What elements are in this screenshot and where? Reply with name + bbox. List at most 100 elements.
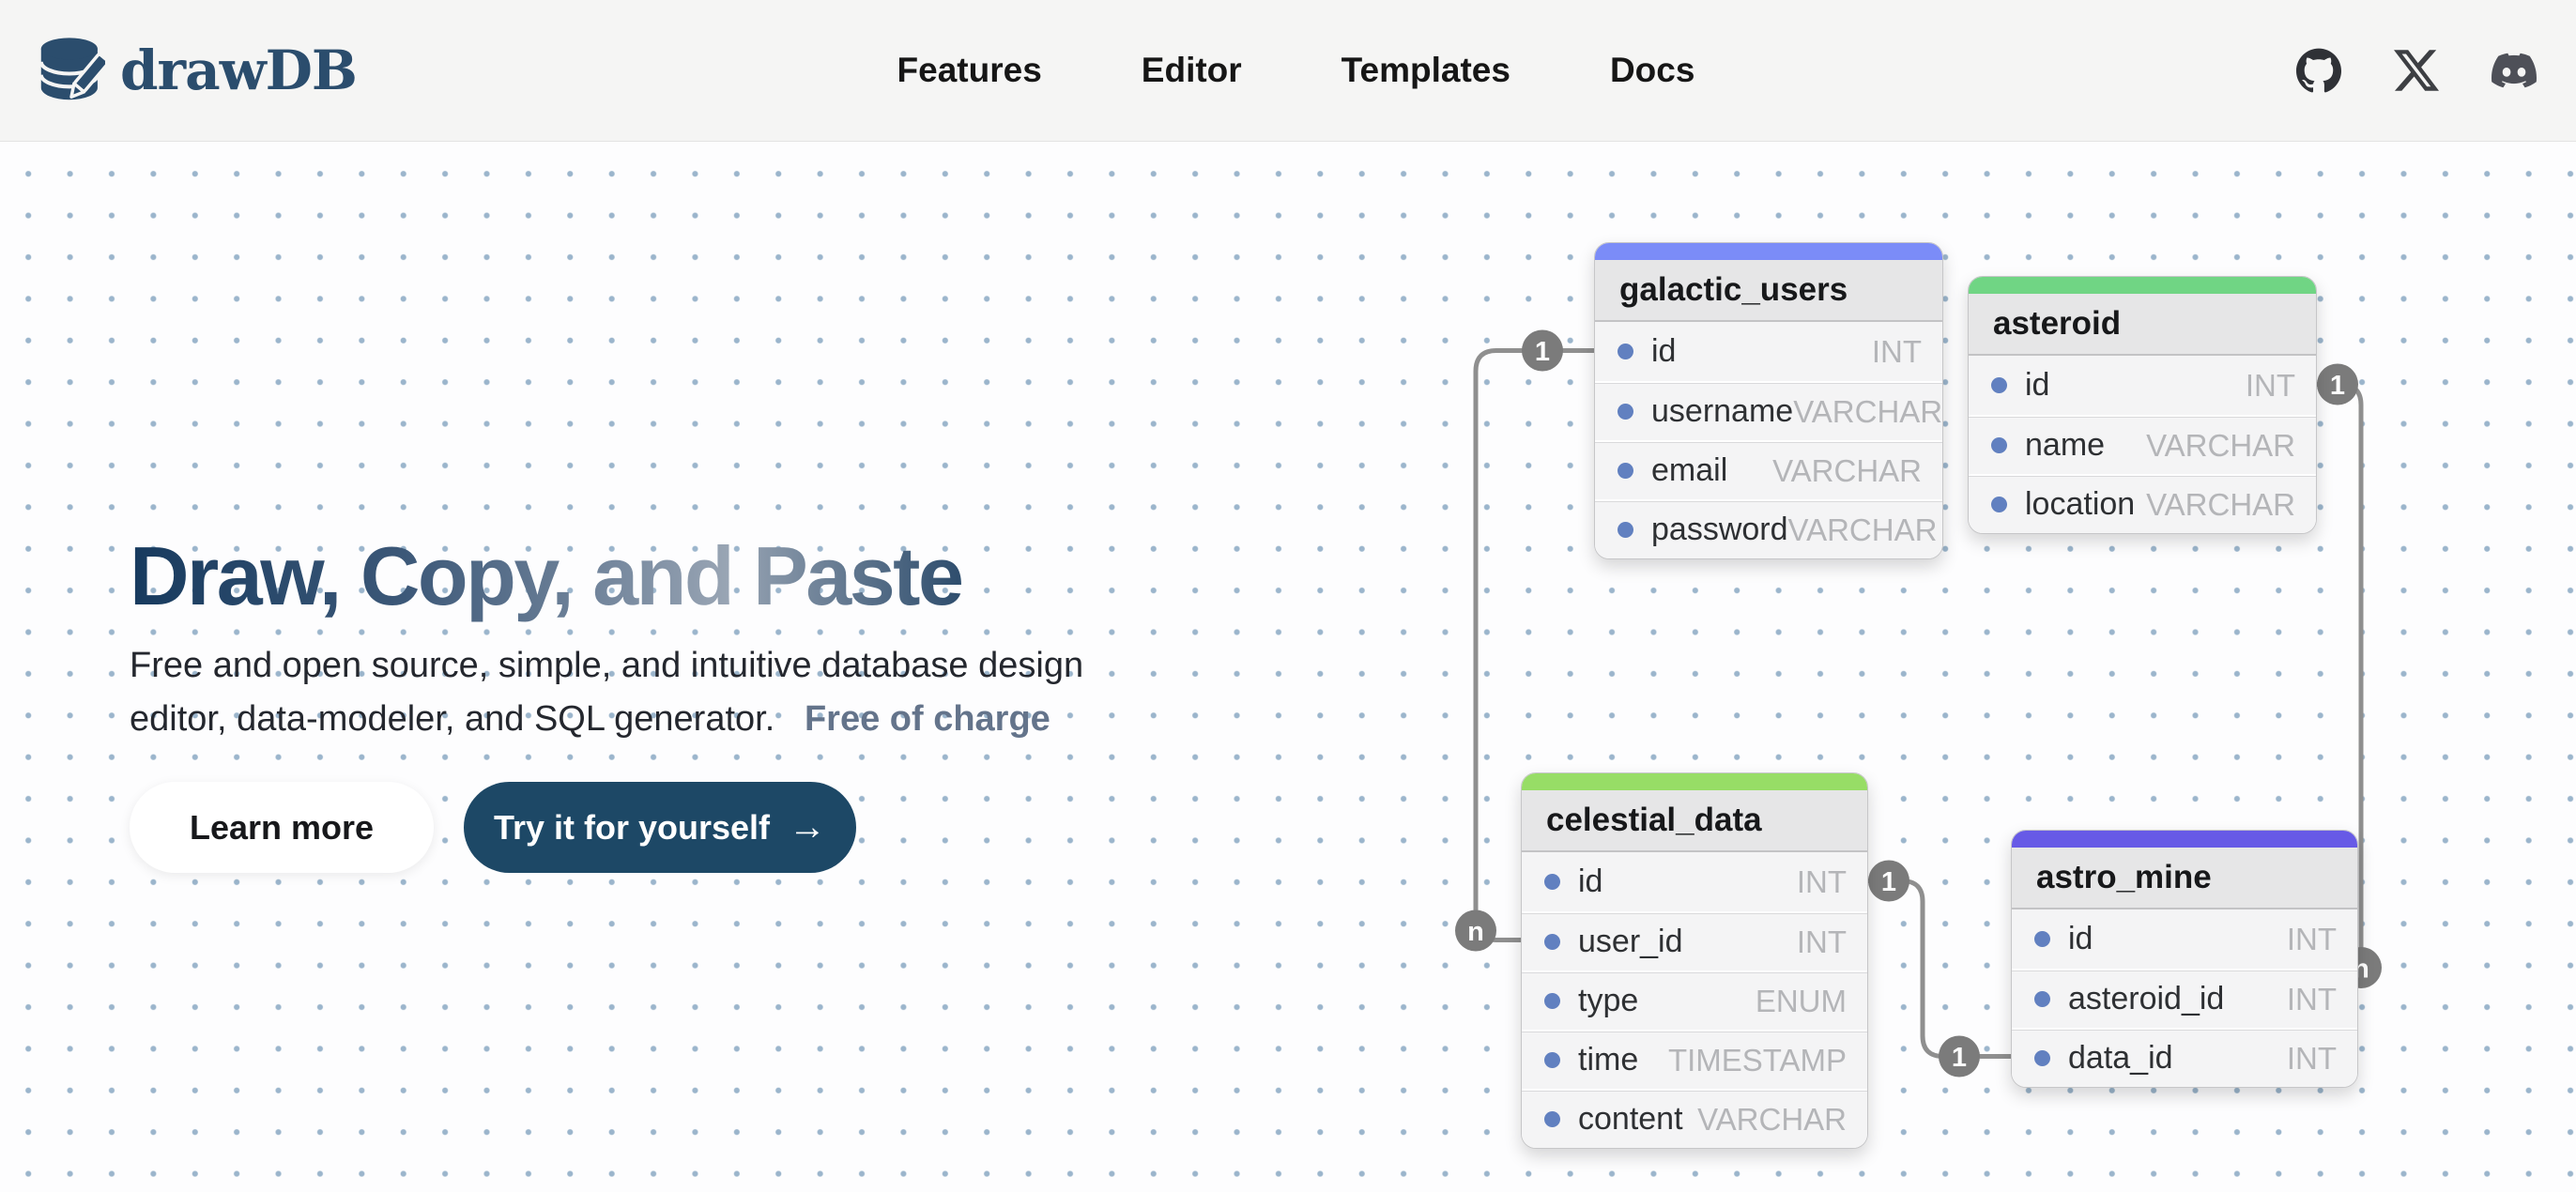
nav-link-editor[interactable]: Editor (1142, 51, 1242, 90)
nav-link-features[interactable]: Features (897, 51, 1042, 90)
field-name: time (1578, 1042, 1638, 1078)
table-card-celestial_data: celestial_dataid INT user_id INT type ENUM tim… (1521, 772, 1868, 1149)
nav-link-docs[interactable]: Docs (1610, 51, 1694, 90)
field-dot-icon (1991, 497, 2007, 512)
field-type: VARCHAR (1788, 512, 1938, 548)
field-type: VARCHAR (1697, 1102, 1847, 1138)
field-name: data_id (2068, 1040, 2173, 1077)
field-type: INT (1797, 864, 1847, 900)
navbar: drawDB Features Editor Templates Docs (0, 0, 2576, 142)
field-name: id (2068, 921, 2093, 957)
field-type: VARCHAR (1793, 394, 1942, 430)
field-type: VARCHAR (1772, 453, 1922, 489)
hero-subtitle-line2: editor, data-modeler, and SQL generator. (130, 699, 774, 739)
field-row: id INT (2012, 909, 2357, 969)
field-dot-icon (1544, 1052, 1560, 1068)
table-accent-strip (1595, 243, 1942, 260)
field-row: asteroid_id INT (2012, 969, 2357, 1028)
field-row: data_id INT (2012, 1028, 2357, 1087)
field-row: user_id INT (1522, 911, 1867, 970)
table-accent-strip (1522, 773, 1867, 790)
field-name: password (1651, 512, 1788, 548)
x-icon[interactable] (2394, 48, 2439, 93)
field-row: passwordVARCHAR (1595, 499, 1942, 558)
field-row: location VARCHAR (1969, 474, 2316, 533)
discord-icon[interactable] (2492, 48, 2537, 93)
learn-more-button[interactable]: Learn more (130, 782, 434, 873)
field-dot-icon (2034, 991, 2050, 1007)
field-row: usernameVARCHAR (1595, 381, 1942, 440)
field-name: id (1578, 863, 1602, 900)
brand-logo[interactable]: drawDB (36, 36, 357, 105)
try-it-button[interactable]: Try it for yourself → (464, 782, 856, 873)
field-type: ENUM (1756, 984, 1847, 1019)
drawdb-logo-icon (36, 36, 105, 105)
cardinality-badge-label: 1 (2330, 371, 2345, 401)
table-card-galactic_users: galactic_usersidINTusernameVARCHARemailV… (1594, 242, 1943, 559)
table-title: asteroid (1969, 294, 2316, 356)
hero-highlight: Free of charge (805, 699, 1050, 739)
nav-links: Features Editor Templates Docs (897, 51, 1695, 90)
table-card-astro_mine: astro_mineid INT asteroid_id INT data_id INT (2011, 830, 2358, 1088)
field-type: INT (1872, 334, 1922, 370)
field-type: INT (2246, 368, 2295, 404)
field-name: name (2025, 427, 2105, 464)
table-accent-strip (2012, 831, 2357, 848)
field-dot-icon (2034, 1050, 2050, 1066)
field-dot-icon (1544, 874, 1560, 890)
field-row: type ENUM (1522, 970, 1867, 1030)
field-row: id INT (1969, 356, 2316, 415)
field-name: type (1578, 983, 1638, 1019)
field-name: email (1651, 452, 1727, 489)
table-title: astro_mine (2012, 848, 2357, 909)
hero-buttons: Learn more Try it for yourself → (130, 782, 856, 873)
field-name: location (2025, 486, 2135, 523)
cardinality-badge-label: 1 (1881, 867, 1896, 897)
field-row: id INT (1595, 322, 1942, 381)
field-dot-icon (1618, 522, 1633, 538)
field-type: TIMESTAMP (1668, 1043, 1847, 1078)
diagram-canvas: 1n111n Draw, Copy, and Paste Free and op… (0, 142, 2576, 1192)
field-dot-icon (1618, 463, 1633, 479)
field-row: time TIMESTAMP (1522, 1030, 1867, 1089)
field-dot-icon (1544, 1111, 1560, 1127)
cardinality-badge-label: 1 (1535, 337, 1550, 367)
field-name: id (1651, 333, 1676, 370)
table-card-asteroid: asteroid id INT name VARCHAR location VARCHAR (1968, 276, 2317, 534)
field-name: user_id (1578, 924, 1683, 960)
field-type: INT (2287, 1041, 2337, 1077)
table-accent-strip (1969, 277, 2316, 294)
field-name: content (1578, 1101, 1683, 1138)
github-icon[interactable] (2296, 48, 2341, 93)
field-name: id (2025, 367, 2049, 404)
field-type: INT (1797, 925, 1847, 960)
field-dot-icon (1991, 377, 2007, 393)
cardinality-badge-label: 1 (1952, 1043, 1967, 1073)
cardinality-badge-label: n (1467, 917, 1484, 947)
field-dot-icon (1544, 993, 1560, 1009)
field-row: email VARCHAR (1595, 440, 1942, 499)
field-dot-icon (1991, 437, 2007, 453)
try-it-label: Try it for yourself (494, 808, 770, 848)
field-row: id INT (1522, 852, 1867, 911)
brand-name: drawDB (120, 38, 357, 102)
table-title: celestial_data (1522, 790, 1867, 852)
relationship-line (1868, 881, 2011, 1057)
field-type: VARCHAR (2146, 428, 2295, 464)
field-name: username (1651, 393, 1793, 430)
hero-subtitle-line1: Free and open source, simple, and intuit… (130, 646, 1083, 685)
field-row: name VARCHAR (1969, 415, 2316, 474)
field-type: INT (2287, 982, 2337, 1017)
field-dot-icon (2034, 931, 2050, 947)
field-dot-icon (1618, 344, 1633, 359)
hero-title: Draw, Copy, and Paste (130, 528, 961, 624)
field-type: INT (2287, 922, 2337, 957)
field-dot-icon (1544, 934, 1560, 950)
field-type: VARCHAR (2146, 487, 2295, 523)
social-links (2296, 48, 2537, 93)
hero-subtitle: Free and open source, simple, and intuit… (130, 639, 1083, 746)
arrow-right-icon: → (789, 806, 826, 848)
table-title: galactic_users (1595, 260, 1942, 322)
nav-link-templates[interactable]: Templates (1342, 51, 1510, 90)
field-name: asteroid_id (2068, 981, 2224, 1017)
